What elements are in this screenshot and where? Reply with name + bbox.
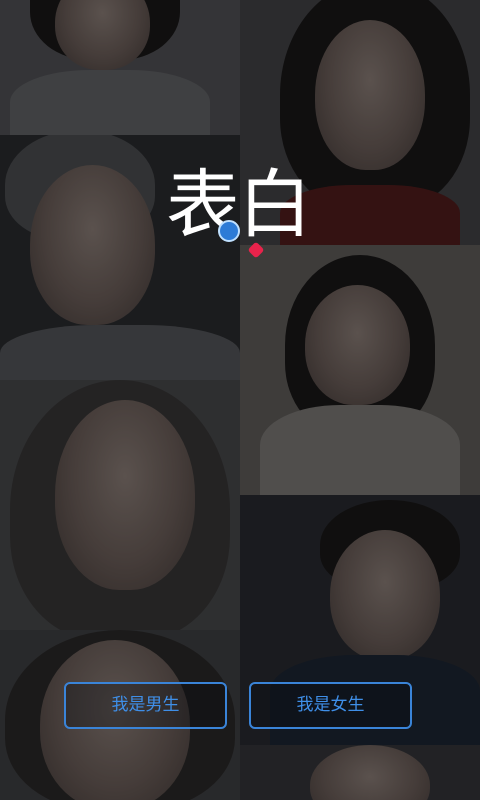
user-photo: [0, 380, 240, 630]
user-photo: [240, 245, 480, 495]
rose-icon: [218, 220, 240, 242]
user-photo: [0, 0, 240, 135]
app-logo: 表白: [166, 162, 312, 248]
i-am-female-button[interactable]: 我是女生: [249, 682, 412, 729]
i-am-male-button[interactable]: 我是男生: [64, 682, 227, 729]
photo-collage-background: [0, 0, 480, 800]
user-photo: [240, 745, 480, 800]
